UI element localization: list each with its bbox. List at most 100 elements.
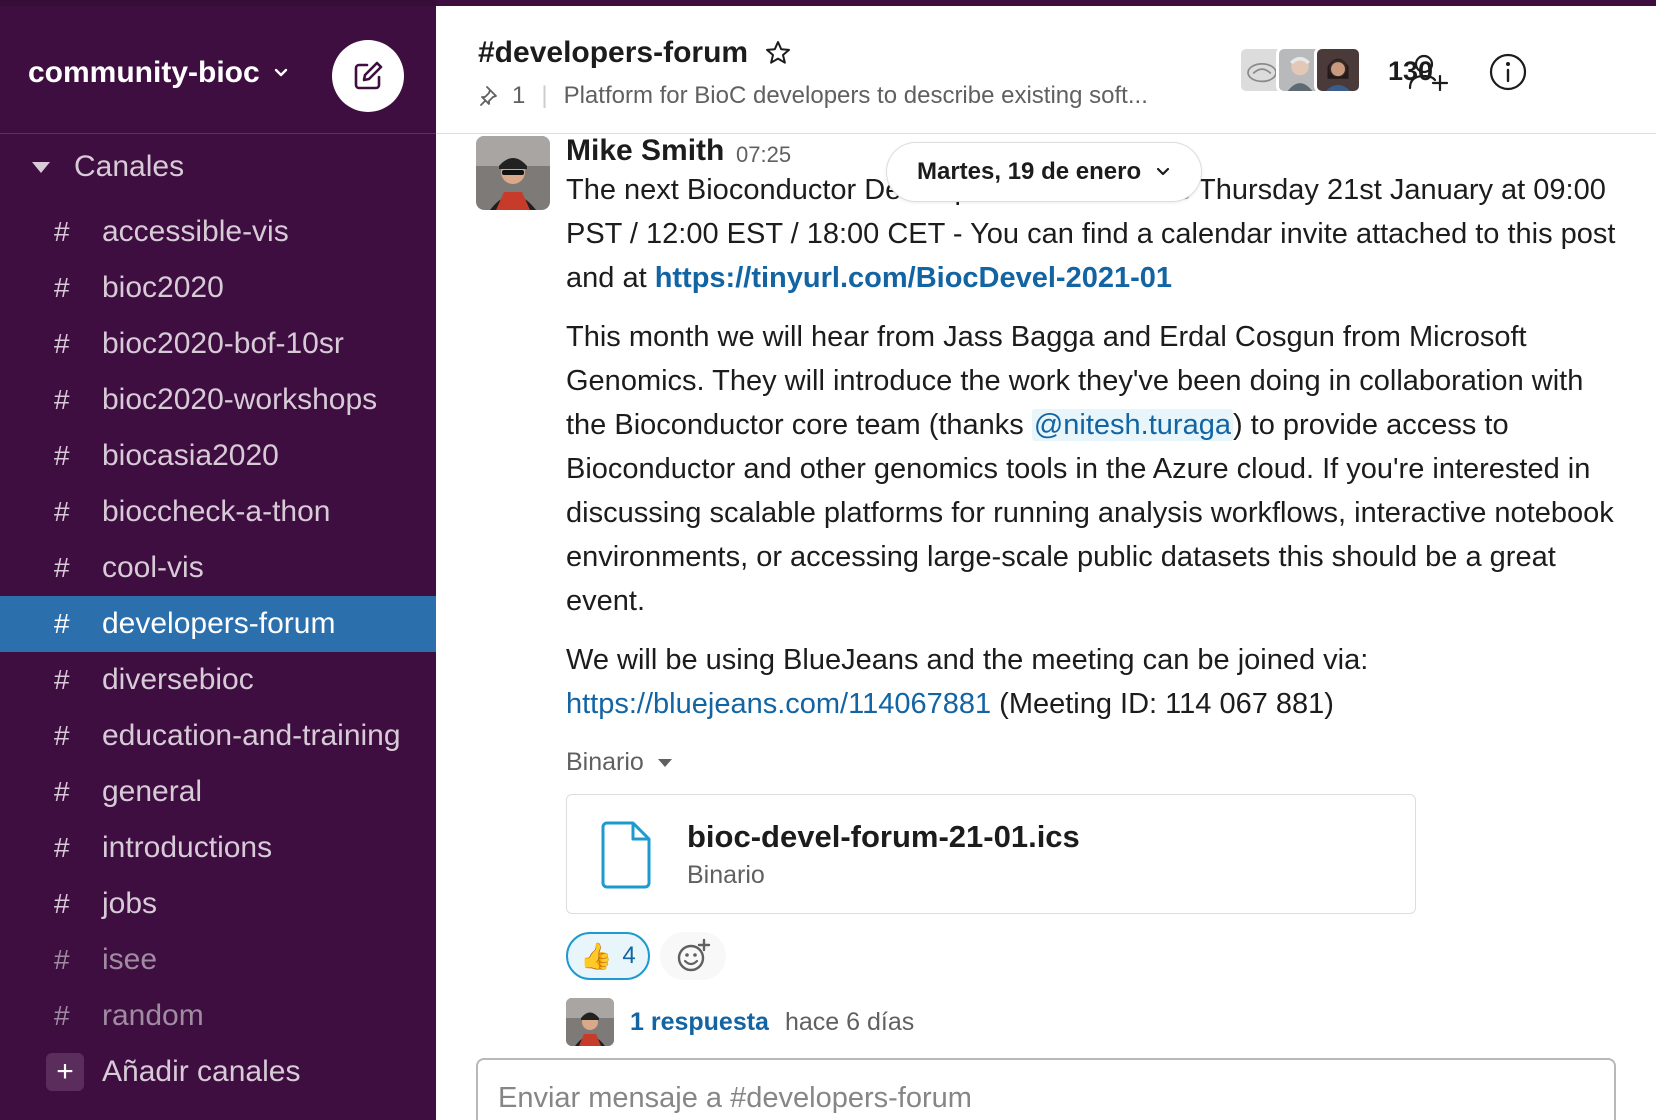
add-channels-button[interactable]: + Añadir canales [0, 1044, 436, 1100]
member-avatars[interactable] [1238, 46, 1362, 94]
reactions-bar: 👍 4 [566, 932, 726, 980]
sidebar-item-biocasia2020[interactable]: # biocasia2020 [0, 428, 436, 484]
channel-title: #developers-forum [478, 36, 749, 69]
attachment-toggle[interactable]: Binario [566, 748, 672, 777]
hash-icon: # [54, 664, 70, 695]
message-text: We will be using BlueJeans and the meeti… [566, 644, 1369, 676]
sidebar-item-bioc2020-bof-10sr[interactable]: # bioc2020-bof-10sr [0, 316, 436, 372]
file-icon [601, 821, 651, 889]
channel-name: developers-forum [102, 607, 336, 640]
sidebar-item-developers-forum[interactable]: # developers-forum [0, 596, 436, 652]
hash-icon: # [54, 496, 70, 527]
date-divider-label: Martes, 19 de enero [917, 158, 1142, 185]
star-icon[interactable] [764, 39, 792, 67]
hash-icon: # [54, 776, 70, 807]
hash-icon: # [54, 440, 70, 471]
avatar[interactable] [476, 136, 550, 210]
add-reaction-button[interactable] [659, 932, 726, 980]
add-person-icon[interactable] [1406, 50, 1450, 94]
hash-icon: # [54, 216, 70, 247]
date-divider-button[interactable]: Martes, 19 de enero [886, 142, 1203, 202]
sidebar-item-accessible-vis[interactable]: # accessible-vis [0, 204, 436, 260]
info-icon[interactable] [1486, 50, 1530, 94]
hash-icon: # [54, 944, 70, 975]
channel-name: education-and-training [102, 719, 401, 752]
sidebar-item-bioc2020[interactable]: # bioc2020 [0, 260, 436, 316]
workspace-menu-button[interactable]: community-bioc [28, 56, 290, 90]
add-reaction-icon [677, 938, 710, 972]
thread-summary[interactable]: 1 respuesta hace 6 días [566, 998, 914, 1046]
file-name[interactable]: bioc-devel-forum-21-01.ics [687, 819, 1080, 855]
message-paragraph: We will be using BlueJeans and the meeti… [566, 638, 1616, 726]
sidebar-item-education-and-training[interactable]: # education-and-training [0, 708, 436, 764]
workspace-name: community-bioc [28, 56, 260, 89]
sidebar-item-random[interactable]: # random [0, 988, 436, 1044]
user-mention[interactable]: @nitesh.turaga [1031, 409, 1233, 441]
pinned-count[interactable]: 1 [512, 82, 525, 110]
chevron-down-icon [274, 68, 287, 77]
channels-section-label: Canales [74, 150, 185, 183]
channel-name: bioc2020 [102, 271, 224, 304]
compose-icon [354, 61, 383, 90]
thread-reply-count[interactable]: 1 respuesta [630, 1008, 769, 1037]
reaction-thumbs-up[interactable]: 👍 4 [566, 932, 650, 980]
channel-name: isee [102, 943, 158, 976]
sidebar-item-jobs[interactable]: # jobs [0, 876, 436, 932]
channel-name: random [102, 999, 204, 1032]
channel-name: general [102, 775, 203, 808]
compose-button[interactable] [332, 40, 404, 112]
channel-name: cool-vis [102, 551, 204, 584]
avatar [566, 998, 614, 1046]
message-input[interactable] [498, 1082, 1498, 1115]
event-link[interactable]: https://tinyurl.com/BiocDevel-2021-01 [655, 262, 1172, 294]
hash-icon: # [54, 384, 70, 415]
sidebar: community-bioc Canales # accessible-vis #… [0, 0, 436, 1120]
channel-name: biocasia2020 [102, 439, 279, 472]
message-paragraph: This month we will hear from Jass Bagga … [566, 315, 1616, 623]
hash-icon: # [54, 272, 70, 303]
pin-icon[interactable] [478, 84, 502, 108]
thread-last-reply: hace 6 días [784, 1007, 915, 1036]
plus-icon: + [46, 1053, 84, 1091]
message-composer [476, 1058, 1616, 1120]
chevron-down-icon [1157, 167, 1170, 176]
sidebar-item-isee[interactable]: # isee [0, 932, 436, 988]
meeting-link[interactable]: https://bluejeans.com/114067881 [566, 688, 991, 720]
hash-icon: # [54, 720, 70, 751]
sidebar-item-introductions[interactable]: # introductions [0, 820, 436, 876]
hash-icon: # [54, 608, 70, 639]
sidebar-item-cool-vis[interactable]: # cool-vis [0, 540, 436, 596]
channel-topic[interactable]: Platform for BioC developers to describe… [564, 82, 1148, 110]
channels-section-toggle[interactable]: Canales [32, 150, 184, 184]
channel-details: 1 | Platform for BioC developers to desc… [478, 82, 1148, 110]
channel-name: bioc2020-workshops [102, 383, 378, 416]
channel-name: diversebioc [102, 663, 254, 696]
file-attachment[interactable]: bioc-devel-forum-21-01.ics Binario [566, 794, 1416, 914]
add-channels-label: Añadir canales [102, 1055, 301, 1088]
channel-header: #developers-forum 1 | Platform for BioC … [436, 6, 1656, 134]
message-body: The next Bioconductor Developers' Forum … [566, 168, 1616, 741]
workspace-header: community-bioc [0, 6, 436, 134]
thumbs-up-icon: 👍 [580, 940, 613, 971]
sidebar-item-bioc2020-workshops[interactable]: # bioc2020-workshops [0, 372, 436, 428]
file-type: Binario [687, 861, 765, 889]
divider: | [541, 82, 548, 109]
attachment-section-label: Binario [566, 748, 644, 776]
message-author[interactable]: Mike Smith [566, 134, 724, 168]
sidebar-item-general[interactable]: # general [0, 764, 436, 820]
message-text: (Meeting ID: 114 067 881) [991, 688, 1334, 720]
channel-name: bioc2020-bof-10sr [102, 327, 344, 360]
sidebar-item-diversebioc[interactable]: # diversebioc [0, 652, 436, 708]
hash-icon: # [54, 328, 70, 359]
channel-list: # accessible-vis # bioc2020 # bioc2020-bof-… [0, 204, 436, 1100]
reaction-count: 4 [622, 942, 636, 969]
sidebar-item-bioccheck-a-thon[interactable]: # bioccheck-a-thon [0, 484, 436, 540]
hash-icon: # [54, 1000, 70, 1031]
channel-name: jobs [102, 887, 158, 920]
hash-icon: # [54, 552, 70, 583]
avatar [1314, 46, 1362, 94]
channel-name: introductions [102, 831, 273, 864]
channel-title-button[interactable]: #developers-forum [478, 36, 792, 70]
message-timestamp[interactable]: 07:25 [736, 142, 791, 168]
channel-name: accessible-vis [102, 215, 289, 248]
